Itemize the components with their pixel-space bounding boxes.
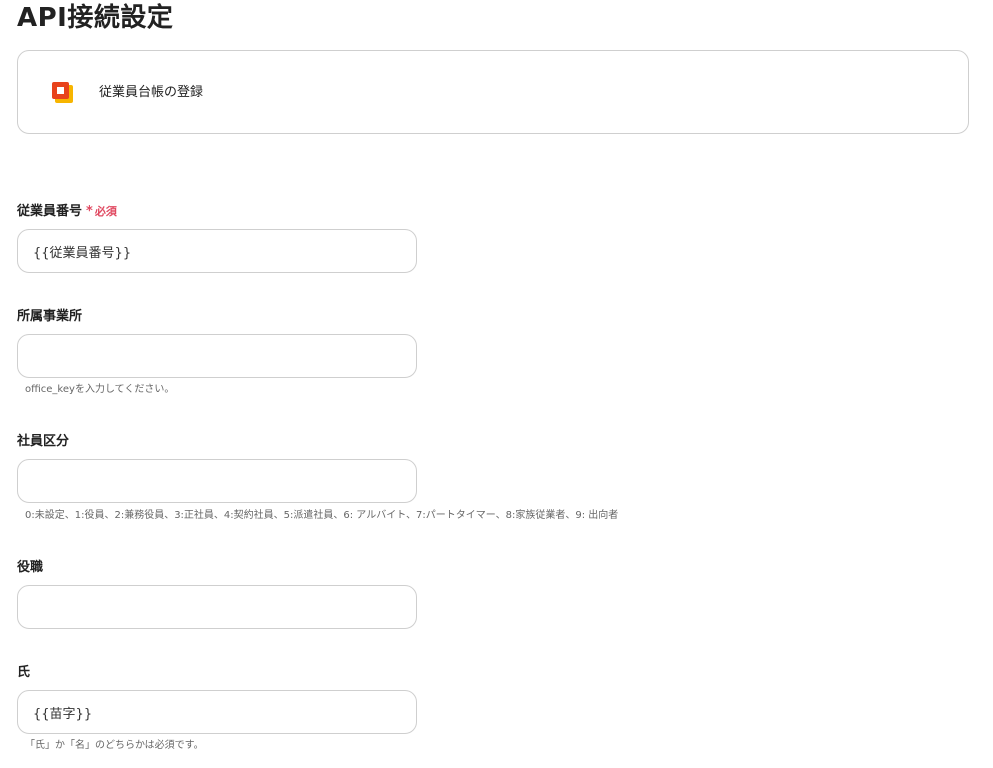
office-input[interactable] (17, 334, 417, 378)
position-input[interactable] (17, 585, 417, 629)
office-label: 所属事業所 (17, 309, 83, 324)
page-title: API接続設定 (17, 3, 174, 33)
office-help: office_keyを入力してください。 (25, 384, 175, 395)
required-mark: * (86, 204, 93, 219)
employee-number-input[interactable] (17, 229, 417, 273)
required-text: 必須 (94, 205, 117, 218)
employee-type-label: 社員区分 (17, 434, 70, 449)
last-name-input[interactable] (17, 690, 417, 734)
employee-type-input[interactable] (17, 459, 417, 503)
last-name-label: 氏 (17, 665, 31, 680)
page: API接続設定 従業員台帳の登録 従業員番号*必須 所属事業所 office_k… (0, 0, 993, 768)
position-label: 役職 (17, 560, 44, 575)
employee-number-label-text: 従業員番号 (17, 204, 83, 219)
employee-number-label: 従業員番号 * 必須 (17, 203, 117, 221)
employee-type-help: 0:未設定、1:役員、2:兼務役員、3:正社員、4:契約社員、5:派遣社員、6:… (25, 510, 619, 521)
action-label: 従業員台帳の登録 (99, 85, 204, 100)
app-logo-icon (52, 82, 73, 103)
last-name-help: 「氏」か「名」のどちらかは必須です。 (25, 740, 204, 751)
action-card[interactable]: 従業員台帳の登録 (17, 50, 969, 134)
